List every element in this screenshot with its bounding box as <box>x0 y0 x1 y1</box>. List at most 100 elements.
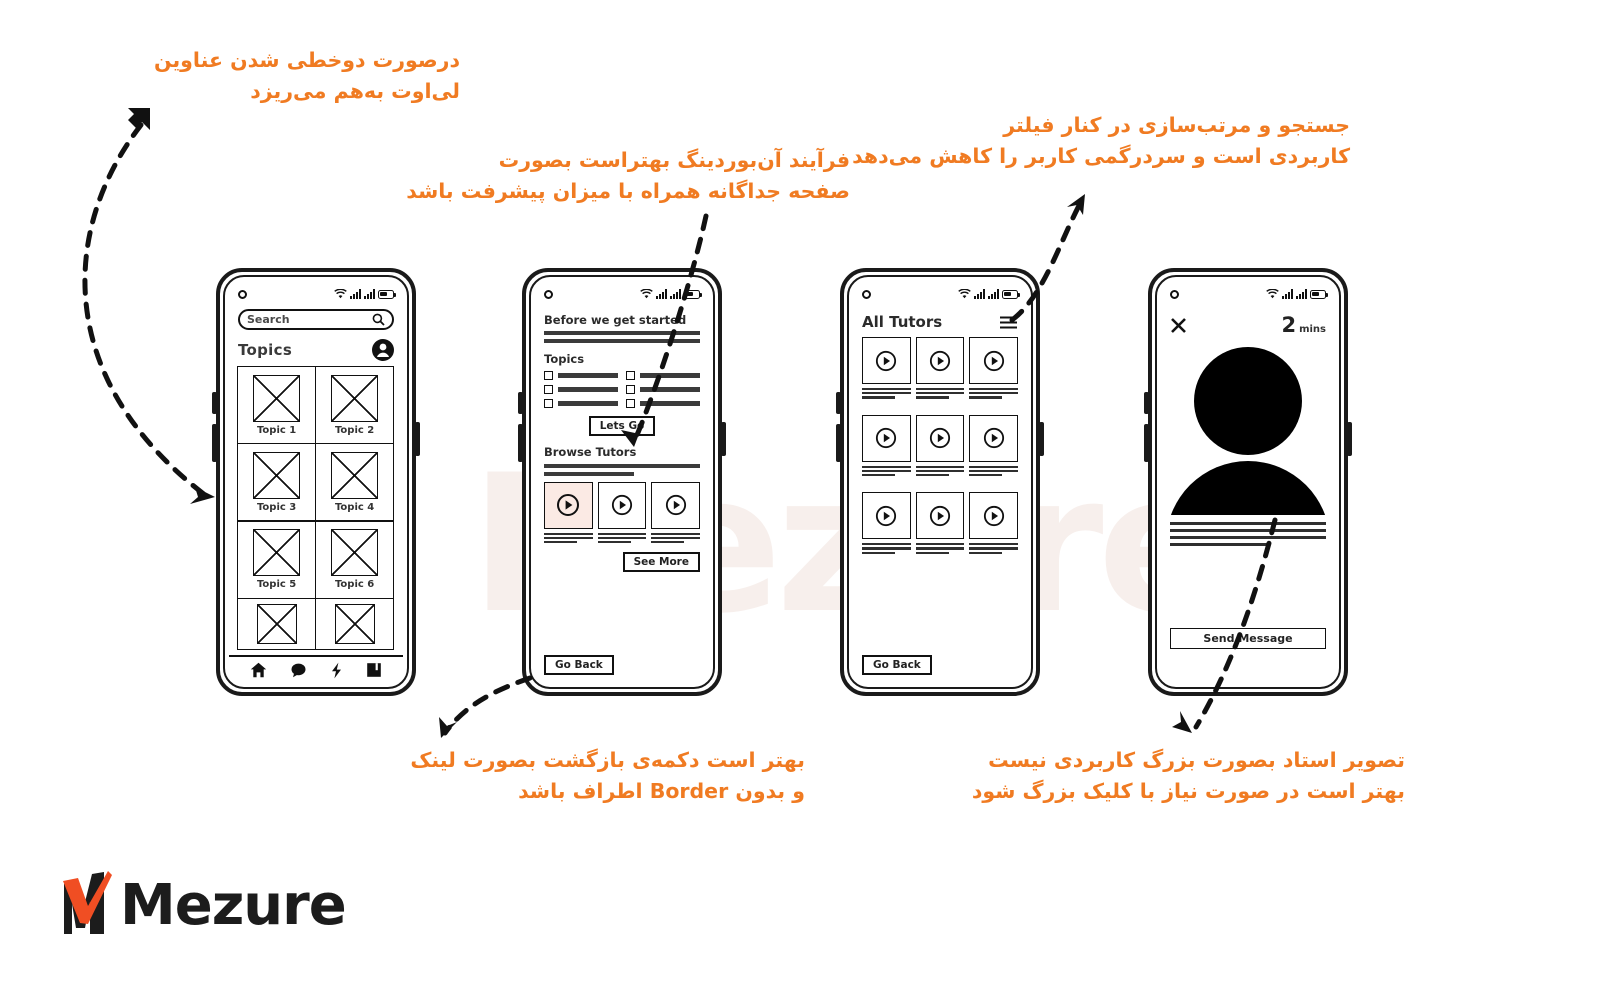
image-placeholder-icon <box>334 603 375 644</box>
checkbox-row[interactable] <box>544 371 618 380</box>
signal-bars-icon-2 <box>988 289 999 299</box>
front-camera-icon <box>544 289 553 299</box>
volume-up-button[interactable] <box>836 392 841 414</box>
front-camera-icon <box>862 289 871 299</box>
tutor-card[interactable] <box>915 492 965 540</box>
topic-card[interactable]: Topic 3 <box>237 443 316 522</box>
phone-2-screen: Before we get started Topics Lets Go Bro… <box>535 281 709 683</box>
play-icon <box>983 350 1004 371</box>
tutor-card[interactable] <box>862 492 911 540</box>
topic-card[interactable]: Topic 6 <box>315 520 394 599</box>
placeholder-label-line <box>640 387 700 392</box>
placeholder-text-line <box>544 464 700 468</box>
signal-bars-icon-2 <box>670 289 681 299</box>
search-input[interactable]: Search <box>238 309 394 330</box>
go-back-button[interactable]: Go Back <box>544 655 614 675</box>
tutor-card[interactable] <box>651 481 700 529</box>
lets-go-button[interactable]: Lets Go <box>588 416 656 436</box>
checkbox[interactable] <box>626 385 635 394</box>
go-back-button[interactable]: Go Back <box>862 655 932 675</box>
tutor-card[interactable] <box>969 337 1018 384</box>
topic-card[interactable]: Topic 5 <box>237 520 316 599</box>
send-message-button[interactable]: Send Message <box>1170 628 1326 649</box>
tutor-card[interactable] <box>597 481 647 529</box>
checkbox-row[interactable] <box>626 399 700 408</box>
checkbox-row[interactable] <box>626 385 700 394</box>
phone-1-body: Search Topics Topic 1 Topic 2 Topic 3 To… <box>229 307 403 655</box>
tutor-card[interactable] <box>969 492 1018 540</box>
topic-card[interactable]: Topic 4 <box>315 443 394 522</box>
phone-4-screen: 2 mins Send Message <box>1161 281 1335 683</box>
large-person-avatar[interactable] <box>1170 343 1326 515</box>
volume-down-button[interactable] <box>212 424 217 462</box>
phone-2-body: Before we get started Topics Lets Go Bro… <box>535 307 709 683</box>
session-duration: 2 mins <box>1281 313 1326 337</box>
topics-header: Topics <box>238 339 394 361</box>
battery-icon <box>378 289 397 299</box>
volume-down-button[interactable] <box>518 424 523 462</box>
filter-sliders-icon[interactable] <box>999 315 1018 330</box>
checkbox[interactable] <box>544 385 553 394</box>
close-x-icon[interactable] <box>1170 317 1187 334</box>
volume-up-button[interactable] <box>518 392 523 414</box>
checkbox[interactable] <box>544 371 553 380</box>
status-bar <box>853 281 1027 307</box>
play-icon <box>611 494 633 516</box>
checkbox-row[interactable] <box>544 399 618 408</box>
volume-up-button[interactable] <box>212 392 217 414</box>
play-icon <box>983 505 1004 526</box>
tutor-card[interactable] <box>969 414 1018 462</box>
annotation-back-button-style: بهتر است دکمه‌ی بازگشت بصورت لینک و بدون… <box>410 748 805 803</box>
lightning-bolt-icon[interactable] <box>330 662 343 679</box>
account-avatar-icon[interactable] <box>372 339 394 361</box>
tutor-card-row <box>544 481 700 529</box>
caption-lines <box>597 532 647 546</box>
phone-mockup-all-tutors: All Tutors Go Back <box>836 268 1044 696</box>
tutor-card[interactable] <box>915 337 965 384</box>
power-button[interactable] <box>721 422 726 456</box>
volume-down-button[interactable] <box>836 424 841 462</box>
topics-checkbox-grid <box>544 371 700 408</box>
topic-card[interactable] <box>315 597 394 650</box>
tutor-card-row <box>862 337 1018 384</box>
checkbox[interactable] <box>626 371 635 380</box>
tutor-card[interactable] <box>862 414 911 462</box>
topic-card[interactable]: Topic 2 <box>315 366 394 445</box>
phone-1-screen: Search Topics Topic 1 Topic 2 Topic 3 To… <box>229 281 403 683</box>
bookmark-icon[interactable] <box>366 662 382 678</box>
page-title: All Tutors <box>862 313 943 331</box>
play-icon <box>665 494 686 516</box>
topic-label: Topic 5 <box>256 579 297 591</box>
tutor-card[interactable] <box>544 481 593 529</box>
tutor-card[interactable] <box>915 414 965 462</box>
all-tutors-header: All Tutors <box>862 313 1018 331</box>
see-more-button[interactable]: See More <box>622 552 700 573</box>
avatar-body <box>1170 461 1326 515</box>
checkbox-row[interactable] <box>544 385 618 394</box>
volume-up-button[interactable] <box>1144 392 1149 414</box>
battery-icon <box>1002 289 1021 299</box>
mezure-logo: Mezure <box>52 866 347 948</box>
power-button[interactable] <box>415 422 420 456</box>
caption-lines <box>862 388 911 401</box>
signal-bars-icon-1 <box>974 289 985 299</box>
phone-mockup-tutor-profile: 2 mins Send Message <box>1144 268 1352 696</box>
checkbox[interactable] <box>544 399 553 408</box>
topic-card[interactable] <box>237 597 316 650</box>
power-button[interactable] <box>1039 422 1044 456</box>
caption-lines <box>969 465 1018 479</box>
caption-lines <box>862 465 911 479</box>
chat-bubble-icon[interactable] <box>290 662 307 678</box>
power-button[interactable] <box>1347 422 1352 456</box>
checkbox-row[interactable] <box>626 371 700 380</box>
checkbox[interactable] <box>626 399 635 408</box>
topic-card[interactable]: Topic 1 <box>237 366 316 445</box>
front-camera-icon <box>238 289 247 299</box>
volume-down-button[interactable] <box>1144 424 1149 462</box>
tutor-card[interactable] <box>862 337 911 384</box>
image-placeholder-icon <box>331 451 379 499</box>
caption-lines <box>969 388 1018 401</box>
home-icon[interactable] <box>250 662 267 678</box>
phone-mockup-topics: Search Topics Topic 1 Topic 2 Topic 3 To… <box>212 268 420 696</box>
front-camera-icon <box>1170 289 1179 299</box>
